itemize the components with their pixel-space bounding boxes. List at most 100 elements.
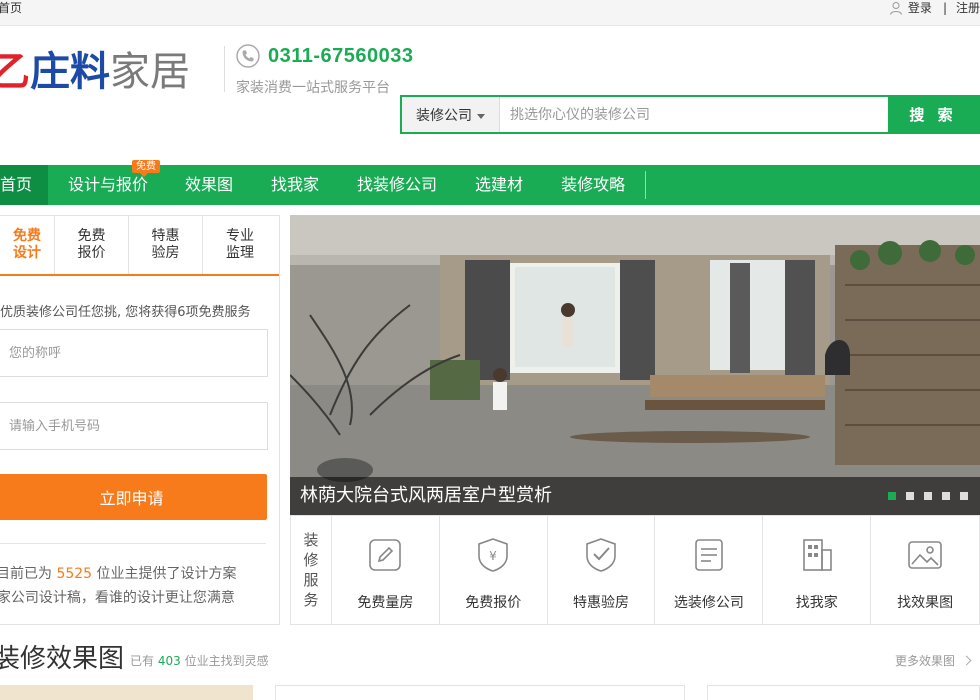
search-bar: 装修公司 搜 索: [400, 95, 980, 134]
design-count-stat: 目前已为 5525 位业主提供了设计方案: [0, 563, 237, 583]
section-subtitle: 已有 403 位业主找到灵感: [130, 652, 269, 669]
chevron-right-icon: [961, 655, 972, 666]
subtitle-text: 位业主找到灵感: [184, 654, 269, 668]
service-label: 找我家: [795, 595, 838, 611]
service-label: 特惠验房: [573, 595, 630, 611]
hotline: 0311-67560033: [236, 44, 414, 68]
tab-free-quote[interactable]: 免费 报价: [55, 216, 129, 274]
yen-shield-icon: ¥: [478, 538, 509, 572]
free-service-form: 免费 设计 免费 报价 特惠 验房 专业 监理 优质装修公司任您挑, 您将获得6…: [0, 215, 280, 625]
chevron-down-icon: [477, 113, 485, 119]
tab-label: 免费 报价: [77, 228, 106, 261]
form-divider: [0, 543, 266, 544]
pencil-icon: [369, 539, 402, 571]
nav-label: 设计与报价: [68, 175, 149, 194]
home-link-label: 首页: [0, 1, 23, 15]
nav-label: 首页: [0, 175, 33, 194]
logo-brand: 庄料: [30, 49, 110, 95]
stat-text: 位业主提供了设计方案: [96, 566, 237, 582]
service-tabs: 免费 设计 免费 报价 特惠 验房 专业 监理: [0, 216, 279, 276]
phone-field[interactable]: [0, 402, 268, 450]
carousel-dot[interactable]: [942, 492, 950, 500]
nav-label: 找我家: [271, 175, 320, 194]
rendering-card[interactable]: [0, 685, 253, 700]
check-shield-icon: [586, 538, 616, 572]
nav-label: 装修攻略: [561, 175, 626, 194]
site-logo[interactable]: 乙 庄料 家居: [0, 42, 190, 95]
tab-label: 特惠 验房: [151, 228, 180, 261]
top-bar: 首页 登录 | 注册: [0, 0, 980, 26]
account-links: 登录 | 注册: [889, 0, 980, 16]
banner-caption: 林荫大院台式风两居室户型赏析: [290, 477, 980, 515]
slogan: 家装消费一站式服务平台: [236, 80, 390, 96]
nav-divider: [645, 171, 646, 199]
logo-suffix: 家居: [110, 49, 190, 95]
logo-mark: 乙: [0, 49, 30, 95]
more-label: 更多效果图: [894, 654, 955, 668]
phone-number: 0311-67560033: [268, 44, 414, 67]
nav-label: 找装修公司: [357, 175, 438, 194]
carousel-dots: [888, 492, 968, 500]
free-badge: 免费: [132, 160, 160, 177]
nav-item-materials[interactable]: 选建材: [475, 165, 523, 205]
renovation-services: 装 修 服 务 免费量房 ¥ 免费报价 特惠验房 选装修公司 找我家 找效果图: [290, 515, 980, 625]
nav-item-find-company[interactable]: 找装修公司: [357, 165, 437, 205]
stat-number: 5525: [56, 566, 93, 582]
stat-text: 家公司设计稿，看谁的设计更让您满意: [0, 590, 235, 606]
service-find-home[interactable]: 找我家: [763, 516, 872, 624]
more-renderings-link[interactable]: 更多效果图: [894, 652, 972, 669]
service-choose-company[interactable]: 选装修公司: [655, 516, 764, 624]
nav-item-guides[interactable]: 装修攻略: [561, 165, 625, 205]
stat-text: 目前已为: [0, 566, 52, 582]
search-button[interactable]: 搜 索: [888, 97, 978, 132]
carousel-dot[interactable]: [960, 492, 968, 500]
picture-icon: [908, 541, 942, 569]
section-title: 装修效果图: [0, 644, 125, 674]
tab-house-inspection[interactable]: 特惠 验房: [129, 216, 203, 274]
svg-text:¥: ¥: [489, 549, 497, 563]
service-label: 找效果图: [897, 595, 954, 611]
tab-label: 免费 设计: [13, 228, 41, 261]
carousel-dot[interactable]: [924, 492, 932, 500]
rendering-card[interactable]: [275, 685, 685, 700]
service-house-inspection[interactable]: 特惠验房: [548, 516, 656, 624]
header-divider: [224, 46, 225, 92]
service-label: 免费量房: [357, 595, 414, 611]
tab-label: 专业 监理: [226, 228, 254, 261]
service-find-renderings[interactable]: 找效果图: [871, 516, 979, 624]
service-free-quote[interactable]: ¥ 免费报价: [440, 516, 548, 624]
service-label: 免费报价: [465, 595, 522, 611]
register-link[interactable]: 注册: [956, 0, 980, 16]
phone-icon: [236, 44, 260, 68]
rendering-card[interactable]: [707, 685, 980, 700]
building-icon: [802, 539, 832, 571]
main-nav: 首页 设计与报价 免费 效果图 找我家 找装修公司 选建材 装修攻略: [0, 160, 980, 205]
home-link[interactable]: 首页: [0, 0, 36, 16]
login-link[interactable]: 登录: [908, 0, 932, 16]
subtitle-number: 403: [157, 654, 181, 668]
carousel-dot[interactable]: [906, 492, 914, 500]
nav-label: 效果图: [185, 175, 234, 194]
company-count-stat: 4家公司设计稿，看谁的设计更让您满意: [0, 587, 235, 607]
service-free-measure[interactable]: 免费量房: [332, 516, 440, 624]
user-icon: [889, 2, 902, 15]
form-description: 优质装修公司任您挑, 您将获得6项免费服务: [0, 305, 251, 320]
separator: |: [942, 1, 947, 15]
nav-item-home[interactable]: 首页: [0, 165, 48, 205]
search-category-select[interactable]: 装修公司: [402, 97, 500, 132]
name-field[interactable]: [0, 329, 268, 377]
search-input[interactable]: [500, 97, 888, 132]
apply-button[interactable]: 立即申请: [0, 474, 267, 520]
nav-item-design-quote[interactable]: 设计与报价 免费: [68, 160, 165, 205]
hero-banner[interactable]: 林荫大院台式风两居室户型赏析: [290, 215, 980, 515]
nav-item-find-home[interactable]: 找我家: [271, 165, 319, 205]
nav-item-renderings[interactable]: 效果图: [185, 165, 233, 205]
nav-label: 选建材: [475, 175, 524, 194]
subtitle-text: 已有: [130, 654, 155, 668]
search-category-label: 装修公司: [416, 107, 472, 124]
carousel-dot[interactable]: [888, 492, 896, 500]
tab-free-design[interactable]: 免费 设计: [0, 216, 55, 274]
service-label: 选装修公司: [673, 595, 744, 611]
tab-supervision[interactable]: 专业 监理: [203, 216, 277, 274]
services-label: 装 修 服 务: [291, 516, 332, 624]
